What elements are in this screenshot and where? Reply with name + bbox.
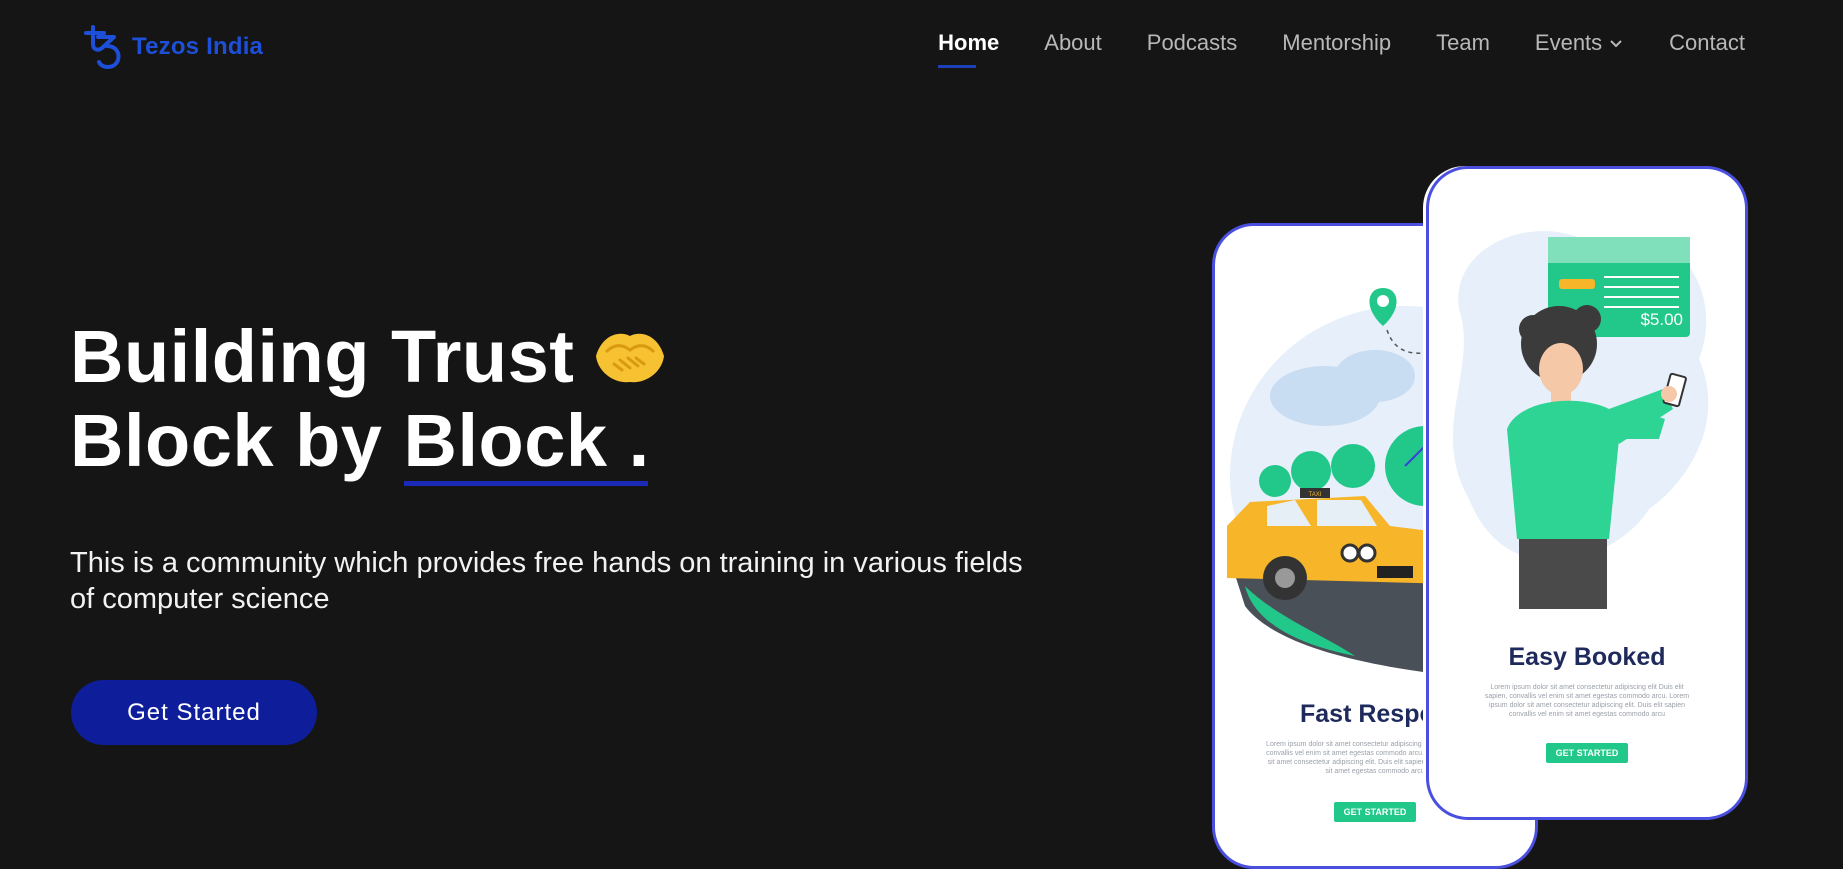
- tezos-logo-icon: [84, 25, 121, 69]
- nav-events[interactable]: Events: [1535, 30, 1624, 68]
- nav-mentorship[interactable]: Mentorship: [1282, 30, 1391, 68]
- nav-about[interactable]: About: [1044, 30, 1102, 68]
- hero-title-period: .: [628, 399, 650, 482]
- get-started-button[interactable]: Get Started: [71, 680, 317, 745]
- hero-title-line-2: Block by Block .: [70, 399, 668, 483]
- hero-title-line-1: Building Trust: [70, 315, 668, 399]
- chevron-down-icon: [1610, 40, 1622, 48]
- brand-logo-link[interactable]: Tezos India: [82, 24, 263, 70]
- handshake-icon: [596, 333, 665, 383]
- hero-title: Building Trust Block by Block .: [70, 315, 668, 483]
- phone-front-title: Easy Booked: [1508, 643, 1666, 671]
- phone-mockup-front: $5.00 Easy Booked Lorem ipsum dolor sit …: [1426, 166, 1748, 820]
- nav-podcasts[interactable]: Podcasts: [1147, 30, 1238, 68]
- hero-title-highlight: Block: [403, 399, 608, 482]
- phone-front-get-started-button: GET STARTED: [1546, 743, 1628, 763]
- brand-name: Tezos India: [132, 33, 264, 60]
- taxi-sign-text: TAXI: [1309, 492, 1322, 498]
- hero-description: This is a community which provides free …: [70, 547, 1023, 615]
- nav-home[interactable]: Home: [938, 30, 999, 68]
- hero-title-text-2a: Block by: [70, 399, 383, 482]
- hero-title-text-1: Building Trust: [70, 315, 575, 398]
- nav-contact[interactable]: Contact: [1669, 30, 1745, 68]
- booking-illustration: $5.00: [1452, 231, 1709, 609]
- phone-back-get-started-button: GET STARTED: [1334, 802, 1416, 822]
- nav-events-label: Events: [1534, 30, 1603, 55]
- site-header: Tezos India Home About Podcasts Mentorsh…: [0, 0, 1843, 95]
- phone-front-body-text: Lorem ipsum dolor sit amet consectetur a…: [1484, 684, 1690, 718]
- nav-team[interactable]: Team: [1436, 30, 1490, 68]
- price-text: $5.00: [1640, 310, 1683, 329]
- main-nav: Home About Podcasts Mentorship Team Even…: [938, 30, 1745, 68]
